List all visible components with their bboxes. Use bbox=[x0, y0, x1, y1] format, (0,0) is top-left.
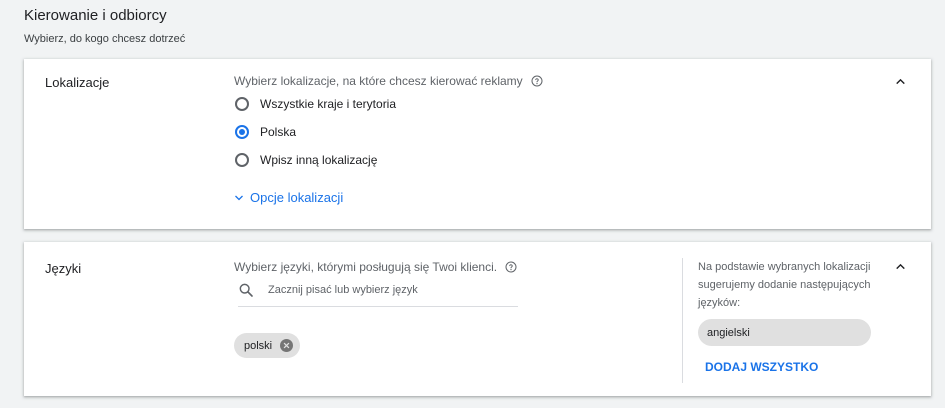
locations-prompt: Wybierz lokalizacje, na które chcesz kie… bbox=[234, 74, 543, 88]
page-subtitle: Wybierz, do kogo chcesz dotrzeć bbox=[24, 33, 186, 45]
radio-option-other-location[interactable]: Wpisz inną lokalizację bbox=[235, 153, 377, 167]
help-icon[interactable] bbox=[531, 75, 543, 87]
radio-option-poland[interactable]: Polska bbox=[235, 125, 296, 139]
chevron-down-icon bbox=[233, 192, 245, 204]
language-search-input[interactable] bbox=[268, 282, 508, 298]
location-options-link[interactable]: Opcje lokalizacji bbox=[233, 190, 343, 205]
chevron-up-icon bbox=[894, 260, 907, 278]
languages-card: Języki Wybierz języki, którymi posługują… bbox=[24, 242, 931, 396]
radio-label: Polska bbox=[260, 125, 297, 139]
radio-label: Wszystkie kraje i terytoria bbox=[260, 97, 397, 111]
languages-prompt-text: Wybierz języki, którymi posługują się Tw… bbox=[234, 260, 498, 274]
suggestion-text: Na podstawie wybranych lokalizacji suger… bbox=[698, 261, 871, 309]
selected-language-chip: polski bbox=[234, 333, 301, 358]
search-icon bbox=[238, 282, 254, 298]
languages-prompt: Wybierz języki, którymi posługują się Tw… bbox=[234, 260, 517, 274]
collapse-languages-button[interactable] bbox=[893, 262, 907, 276]
radio-label: Wpisz inną lokalizację bbox=[260, 153, 378, 167]
language-search bbox=[238, 282, 518, 307]
locations-title: Lokalizacje bbox=[45, 75, 110, 90]
close-circle-icon[interactable] bbox=[280, 339, 294, 352]
radio-button-selected[interactable] bbox=[235, 125, 249, 139]
location-options-label: Opcje lokalizacji bbox=[250, 190, 344, 205]
help-icon[interactable] bbox=[505, 261, 517, 273]
page-title: Kierowanie i odbiorcy bbox=[24, 7, 167, 24]
chevron-up-icon bbox=[894, 75, 907, 93]
locations-card: Lokalizacje Wybierz lokalizacje, na któr… bbox=[24, 59, 931, 229]
collapse-locations-button[interactable] bbox=[893, 77, 907, 91]
radio-button[interactable] bbox=[235, 153, 249, 167]
radio-button[interactable] bbox=[235, 97, 249, 111]
suggested-language-chip[interactable]: angielski bbox=[698, 319, 871, 346]
add-all-button[interactable]: DODAJ WSZYSTKO bbox=[705, 360, 818, 374]
chip-label: angielski bbox=[707, 326, 750, 339]
locations-prompt-text: Wybierz lokalizacje, na które chcesz kie… bbox=[234, 74, 523, 88]
suggestions-divider bbox=[682, 258, 683, 383]
languages-title: Języki bbox=[45, 261, 82, 276]
radio-option-all-countries[interactable]: Wszystkie kraje i terytoria bbox=[235, 97, 396, 111]
chip-label: polski bbox=[244, 339, 273, 352]
